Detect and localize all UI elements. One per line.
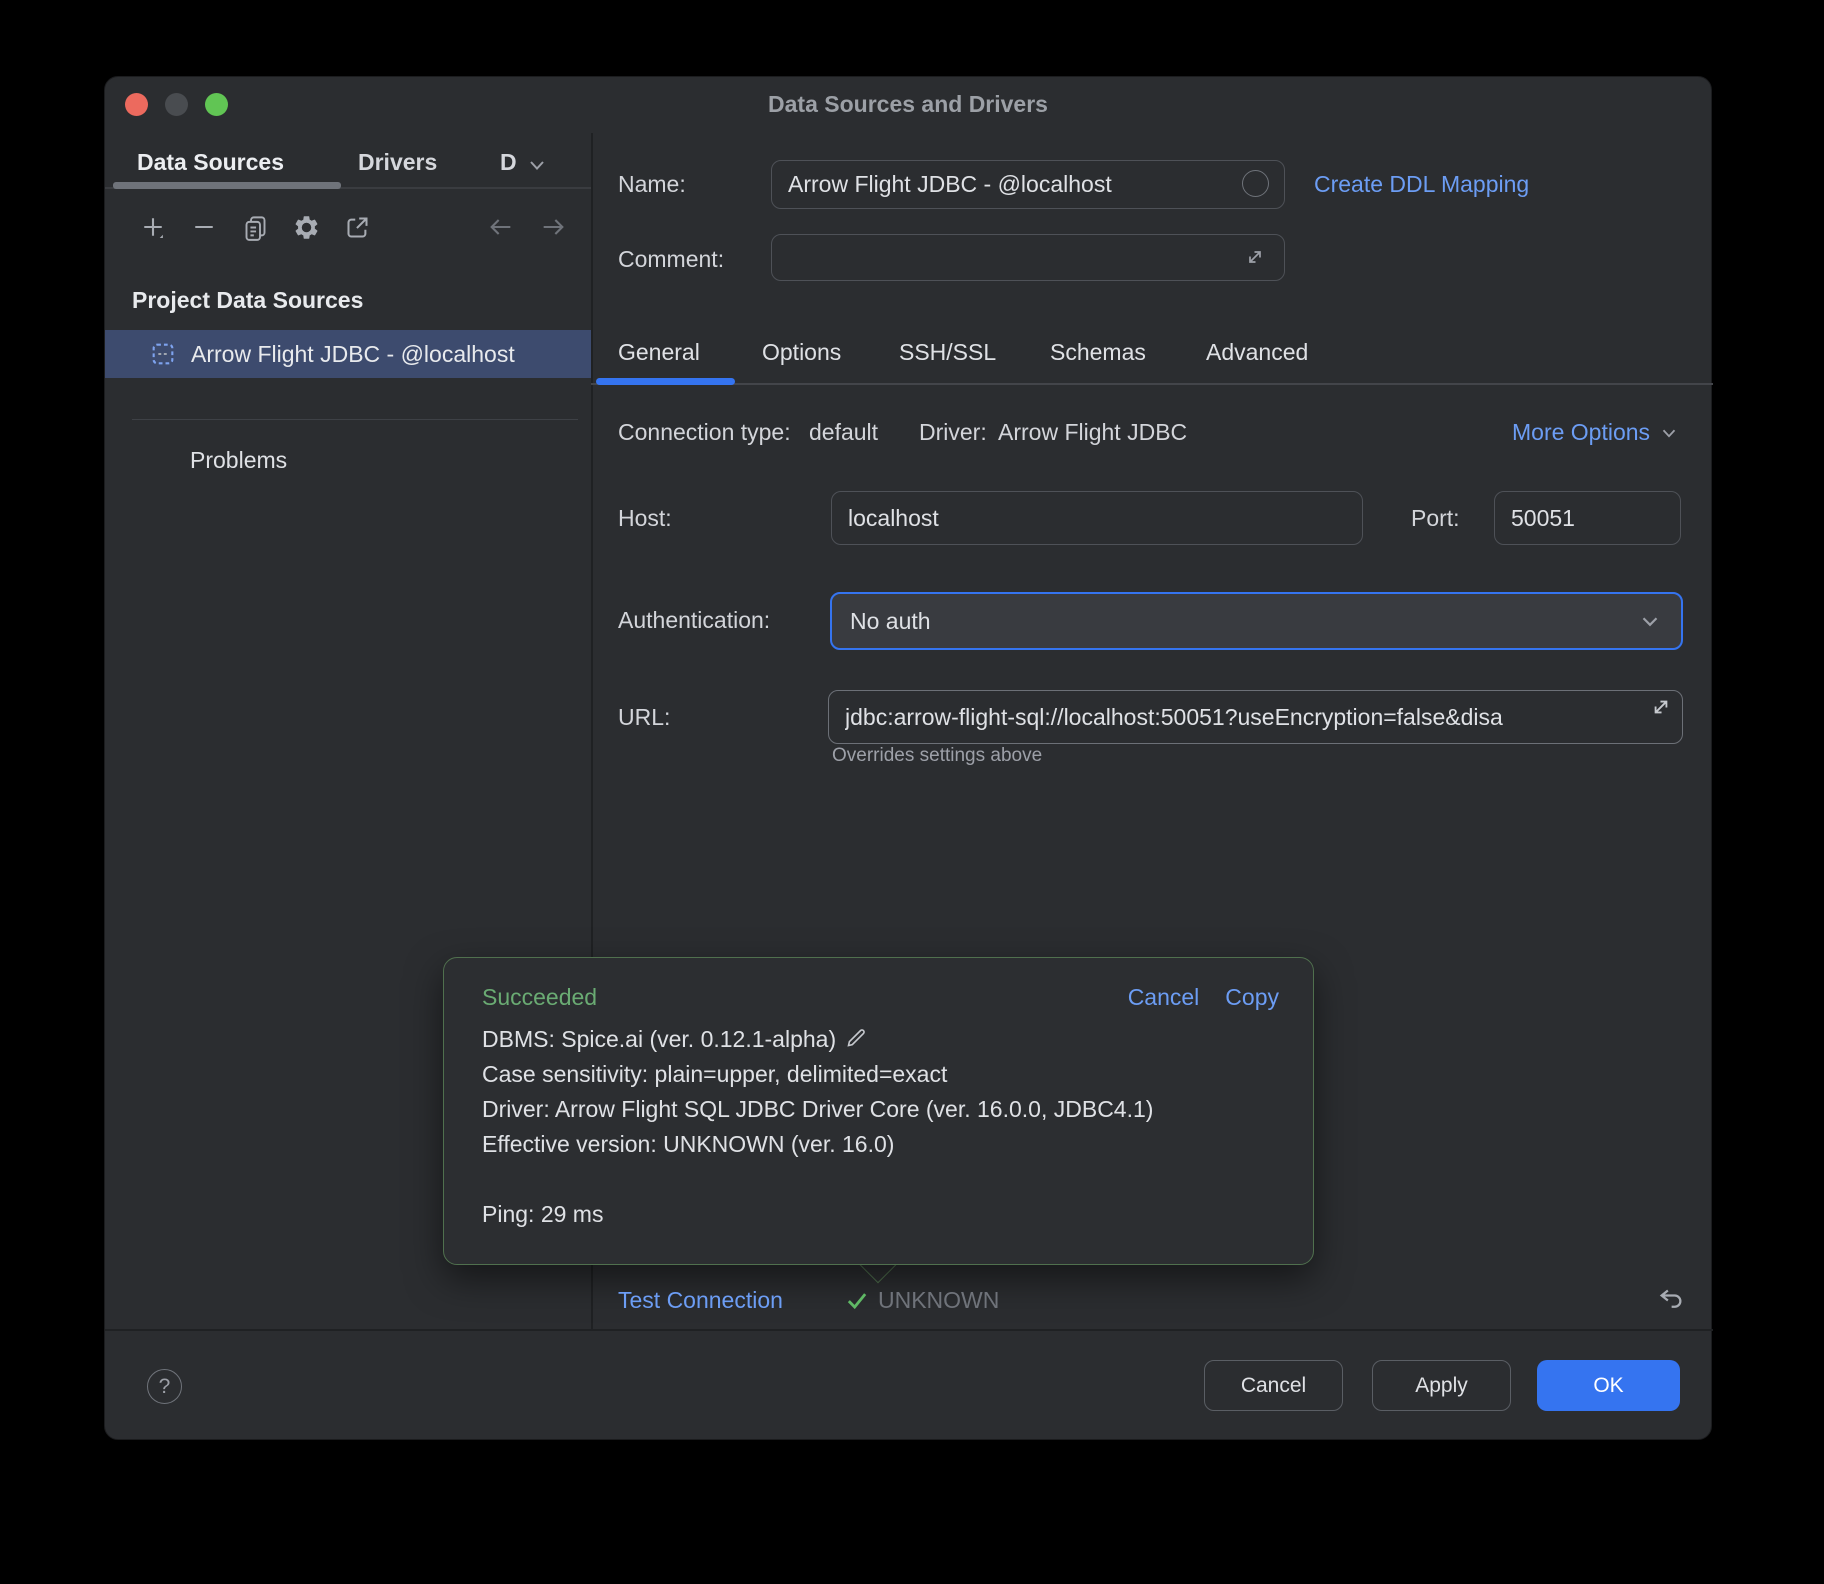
settings-button[interactable] <box>291 212 321 242</box>
authentication-label: Authentication: <box>618 607 770 634</box>
tab-general[interactable]: General <box>618 339 700 366</box>
popup-status: Succeeded <box>482 984 597 1011</box>
comment-label: Comment: <box>618 246 724 273</box>
tab-advanced[interactable]: Advanced <box>1206 339 1308 366</box>
datasource-label: Arrow Flight JDBC - @localhost <box>191 341 515 368</box>
url-input[interactable] <box>828 690 1683 744</box>
connection-status-text: UNKNOWN <box>878 1287 999 1314</box>
tab-overflow-chevron-icon[interactable] <box>525 153 549 177</box>
connection-type-value-link[interactable]: default <box>809 419 878 446</box>
name-label: Name: <box>618 171 686 198</box>
ok-button[interactable]: OK <box>1537 1360 1680 1411</box>
url-label: URL: <box>618 704 670 731</box>
tab-schemas[interactable]: Schemas <box>1050 339 1146 366</box>
test-connection-popup: Succeeded Cancel Copy DBMS: Spice.ai (ve… <box>443 957 1314 1265</box>
gear-icon <box>293 214 320 241</box>
more-options-link[interactable]: More Options <box>1512 419 1680 446</box>
comment-input[interactable] <box>771 234 1285 281</box>
export-icon <box>344 214 371 241</box>
tab-data-sources[interactable]: Data Sources <box>137 149 284 176</box>
apply-button[interactable]: Apply <box>1372 1360 1511 1411</box>
revert-button[interactable] <box>1656 1283 1688 1315</box>
sidebar-section-divider <box>132 419 578 420</box>
name-input[interactable] <box>771 160 1285 209</box>
popup-copy-link[interactable]: Copy <box>1225 984 1279 1011</box>
host-input[interactable] <box>831 491 1363 545</box>
tab-options[interactable]: Options <box>762 339 841 366</box>
datasource-color-circle[interactable] <box>1242 170 1269 197</box>
popup-body: DBMS: Spice.ai (ver. 0.12.1-alpha) Case … <box>482 1022 1153 1232</box>
project-data-sources-header: Project Data Sources <box>132 287 363 314</box>
tab-overflow[interactable]: D <box>500 149 517 176</box>
active-form-tab-underline <box>596 378 735 385</box>
popup-line-ping: Ping: 29 ms <box>482 1197 1153 1232</box>
minus-icon <box>190 213 218 241</box>
dialog-title: Data Sources and Drivers <box>105 91 1711 118</box>
check-icon <box>843 1286 871 1314</box>
popup-cancel-link[interactable]: Cancel <box>1128 984 1200 1011</box>
undo-icon <box>1656 1283 1686 1313</box>
popup-line-case-sensitivity: Case sensitivity: plain=upper, delimited… <box>482 1057 1153 1092</box>
tab-drivers[interactable]: Drivers <box>358 149 437 176</box>
url-expand-icon[interactable] <box>1648 694 1674 720</box>
authentication-dropdown[interactable]: No auth <box>830 592 1683 650</box>
duplicate-icon <box>242 214 269 241</box>
popup-spacer <box>482 1162 1153 1197</box>
port-label: Port: <box>1411 505 1460 532</box>
help-button[interactable]: ? <box>147 1369 182 1404</box>
chevron-down-icon <box>1658 422 1680 444</box>
create-ddl-mapping-link[interactable]: Create DDL Mapping <box>1314 171 1529 198</box>
driver-value-link[interactable]: Arrow Flight JDBC <box>998 419 1187 446</box>
url-hint: Overrides settings above <box>832 745 1042 767</box>
test-connection-link[interactable]: Test Connection <box>618 1287 783 1314</box>
help-label: ? <box>159 1375 171 1399</box>
add-button[interactable] <box>138 212 168 242</box>
duplicate-button[interactable] <box>240 212 270 242</box>
comment-expand-icon[interactable] <box>1243 245 1267 269</box>
port-input[interactable] <box>1494 491 1681 545</box>
form-tab-divider <box>591 383 1713 385</box>
back-button[interactable] <box>486 212 516 242</box>
more-options-label[interactable]: More Options <box>1512 419 1650 446</box>
sidebar-item-problems[interactable]: Problems <box>190 447 287 474</box>
sidebar-item-datasource[interactable]: Arrow Flight JDBC - @localhost <box>105 330 591 378</box>
chevron-down-icon <box>1637 608 1663 634</box>
active-tab-underline <box>113 182 341 189</box>
dialog-window: Data Sources and Drivers Data Sources Dr… <box>104 76 1712 1440</box>
driver-label: Driver: <box>919 419 987 446</box>
open-in-editor-button[interactable] <box>342 212 372 242</box>
popup-line-dbms: DBMS: Spice.ai (ver. 0.12.1-alpha) <box>482 1022 1153 1057</box>
footer-divider <box>105 1329 1713 1331</box>
popup-line-driver: Driver: Arrow Flight SQL JDBC Driver Cor… <box>482 1092 1153 1127</box>
authentication-value: No auth <box>850 608 931 635</box>
connection-type-label: Connection type: <box>618 419 791 446</box>
datasource-icon <box>149 340 177 368</box>
forward-button[interactable] <box>538 212 568 242</box>
host-label: Host: <box>618 505 672 532</box>
tab-ssh-ssl[interactable]: SSH/SSL <box>899 339 996 366</box>
remove-button[interactable] <box>189 212 219 242</box>
cancel-button[interactable]: Cancel <box>1204 1360 1343 1411</box>
popup-line-effective-version: Effective version: UNKNOWN (ver. 16.0) <box>482 1127 1153 1162</box>
plus-icon <box>139 213 167 241</box>
back-arrow-icon <box>487 213 515 241</box>
edit-pencil-icon[interactable] <box>844 1026 868 1050</box>
forward-arrow-icon <box>539 213 567 241</box>
